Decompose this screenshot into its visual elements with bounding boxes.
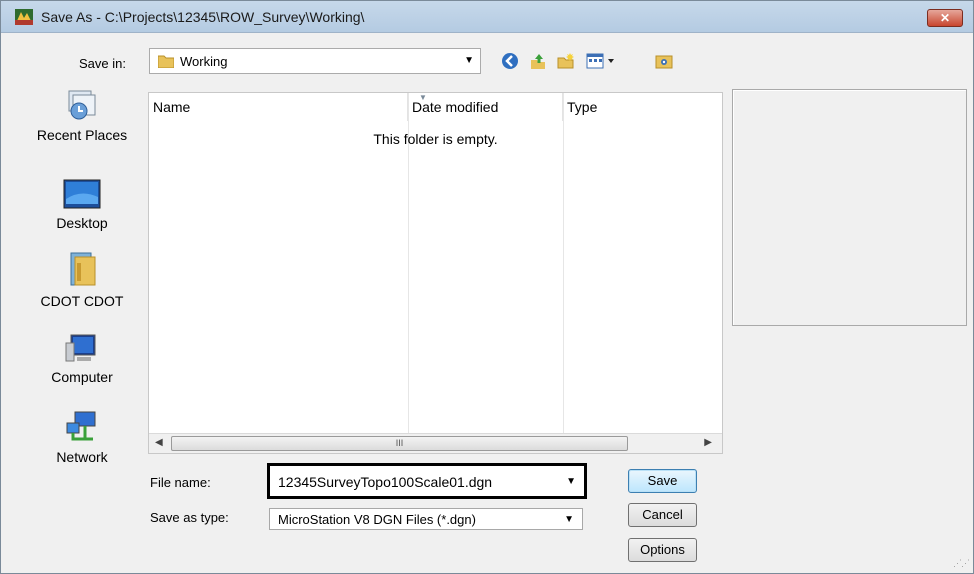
- empty-folder-message: This folder is empty.: [373, 131, 498, 147]
- network-icon: [66, 411, 96, 441]
- file-name-field[interactable]: 12345SurveyTopo100Scale01.dgn ▼: [267, 463, 587, 499]
- place-user-folder[interactable]: CDOT CDOT: [23, 251, 141, 309]
- chevron-down-icon: ▼: [564, 514, 574, 525]
- save-button[interactable]: Save: [628, 469, 697, 493]
- views-menu-button[interactable]: [585, 50, 619, 72]
- save-in-value: Working: [180, 54, 228, 69]
- place-label: Computer: [51, 369, 113, 385]
- desktop-icon: [63, 179, 101, 209]
- save-in-label: Save in:: [79, 56, 126, 71]
- save-as-type-dropdown[interactable]: MicroStation V8 DGN Files (*.dgn) ▼: [269, 508, 583, 530]
- scrollbar-thumb[interactable]: III: [171, 436, 628, 451]
- chevron-down-icon: ▼: [464, 55, 474, 66]
- recent-places-icon: [68, 90, 96, 120]
- horizontal-scrollbar[interactable]: ◀ III ▶: [149, 433, 722, 453]
- save-as-dialog: Save As - C:\Projects\12345\ROW_Survey\W…: [0, 0, 974, 574]
- project-folder-icon: [655, 55, 673, 69]
- column-header-date-modified[interactable]: Date modified: [408, 93, 563, 121]
- place-label: Desktop: [56, 215, 108, 231]
- save-in-dropdown[interactable]: Working ▼: [149, 48, 481, 74]
- back-icon: [502, 53, 518, 69]
- user-folder-icon: [70, 252, 96, 286]
- column-header-label: Name: [153, 99, 191, 115]
- place-label: CDOT CDOT: [40, 293, 124, 309]
- file-list[interactable]: Name ▼ Date modified Type This folder is…: [148, 92, 723, 454]
- back-button[interactable]: [499, 50, 521, 72]
- up-folder-icon: [531, 54, 545, 69]
- save-as-type-label: Save as type:: [150, 510, 229, 525]
- place-network[interactable]: Network: [23, 411, 141, 465]
- new-folder-icon: [557, 53, 574, 69]
- scroll-right-icon[interactable]: ▶: [704, 437, 712, 448]
- close-icon: ✕: [939, 11, 951, 25]
- cancel-button[interactable]: Cancel: [628, 503, 697, 527]
- microstation-app-icon: [15, 9, 33, 25]
- thumb-grip: III: [395, 438, 404, 448]
- up-folder-button[interactable]: [527, 50, 549, 72]
- column-header-label: Date modified: [412, 99, 499, 115]
- place-desktop[interactable]: Desktop: [23, 179, 141, 231]
- options-button[interactable]: Options: [628, 538, 697, 562]
- file-name-value: 12345SurveyTopo100Scale01.dgn: [278, 474, 493, 490]
- resize-grip-icon[interactable]: ⋰⋰: [953, 558, 970, 569]
- place-recent-places[interactable]: Recent Places: [23, 87, 141, 143]
- new-folder-button[interactable]: [555, 50, 577, 72]
- column-header-type[interactable]: Type: [563, 93, 722, 121]
- place-computer[interactable]: Computer: [23, 333, 141, 385]
- place-label: Network: [56, 449, 108, 465]
- close-button[interactable]: ✕: [927, 9, 963, 27]
- title-bar[interactable]: Save As - C:\Projects\12345\ROW_Survey\W…: [1, 1, 973, 33]
- scroll-left-icon[interactable]: ◀: [155, 437, 163, 448]
- save-as-type-value: MicroStation V8 DGN Files (*.dgn): [278, 512, 476, 527]
- places-bar: Recent Places Desktop CDOT CDOT Computer…: [23, 87, 141, 477]
- chevron-down-icon[interactable]: ▼: [566, 476, 576, 487]
- place-label: Recent Places: [36, 127, 128, 143]
- column-header-label: Type: [567, 99, 598, 115]
- views-menu-icon: [586, 53, 614, 69]
- file-name-label: File name:: [150, 475, 211, 490]
- computer-icon: [65, 334, 96, 362]
- column-header-name[interactable]: Name: [149, 93, 408, 121]
- folder-icon: [158, 55, 174, 68]
- preview-pane: [732, 89, 967, 326]
- window-title: Save As - C:\Projects\12345\ROW_Survey\W…: [41, 9, 365, 25]
- project-folder-button[interactable]: [653, 50, 675, 72]
